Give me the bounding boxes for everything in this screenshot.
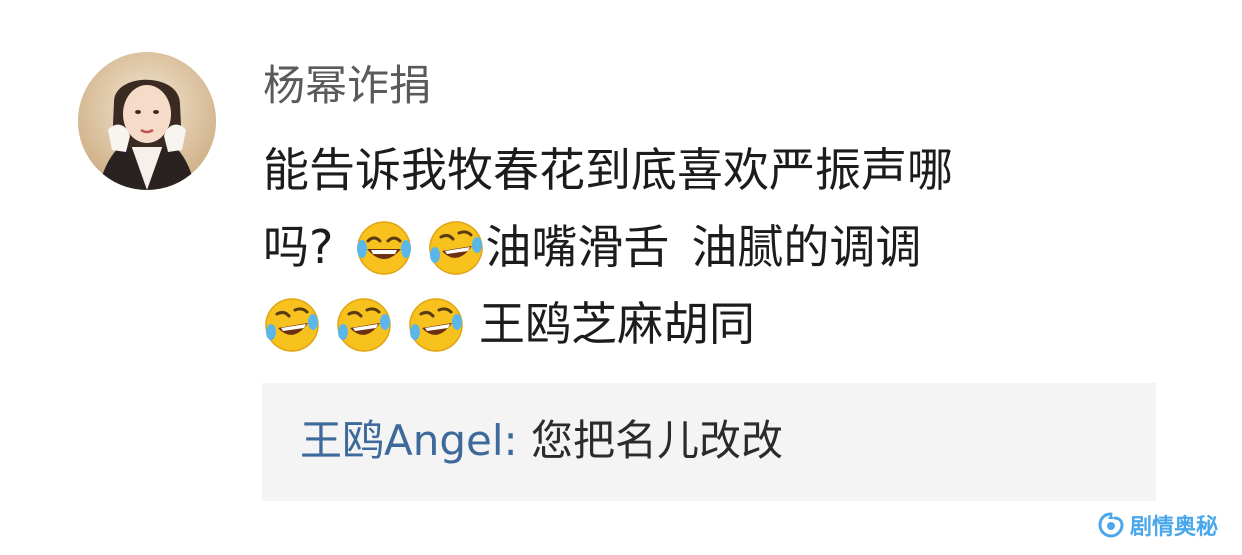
crying-laughing-emoji xyxy=(335,296,393,354)
comment-text-3: 王鸥芝麻胡同 xyxy=(479,297,755,351)
comment-body: 能告诉我牧春花到底喜欢严振声哪 吗? 油嘴滑舌 油腻的调调 王鸥芝麻胡同 xyxy=(263,132,1123,363)
reply-username[interactable]: 王鸥Angel: xyxy=(300,416,518,465)
comment-text-2b: 油腻的调调 xyxy=(691,220,922,274)
comment-username[interactable]: 杨幂诈捐 xyxy=(263,58,431,114)
comment-line-3: 王鸥芝麻胡同 xyxy=(263,286,1123,363)
comment-line-1: 能告诉我牧春花到底喜欢严振声哪 xyxy=(263,132,1123,209)
user-avatar[interactable] xyxy=(78,52,216,190)
comment-text-1: 能告诉我牧春花到底喜欢严振声哪 xyxy=(263,143,953,197)
comment-text-2a: 油嘴滑舌 xyxy=(485,220,670,274)
crying-laughing-emoji xyxy=(427,219,485,277)
watermark: 剧情奥秘 xyxy=(1098,509,1218,541)
laughing-tears-emoji xyxy=(355,219,413,277)
watermark-text: 剧情奥秘 xyxy=(1129,515,1218,540)
comment-text-2-prefix: 吗? xyxy=(263,220,334,274)
reply-text: 您把名儿改改 xyxy=(517,416,784,465)
reply-line: 王鸥Angel: 您把名儿改改 xyxy=(300,411,783,471)
reply-box[interactable]: 王鸥Angel: 您把名儿改改 xyxy=(262,383,1156,501)
crying-laughing-emoji xyxy=(407,296,465,354)
watermark-logo-icon xyxy=(1098,512,1124,538)
crying-laughing-emoji xyxy=(263,296,321,354)
comment-line-2: 吗? 油嘴滑舌 油腻的调调 xyxy=(263,209,1123,286)
